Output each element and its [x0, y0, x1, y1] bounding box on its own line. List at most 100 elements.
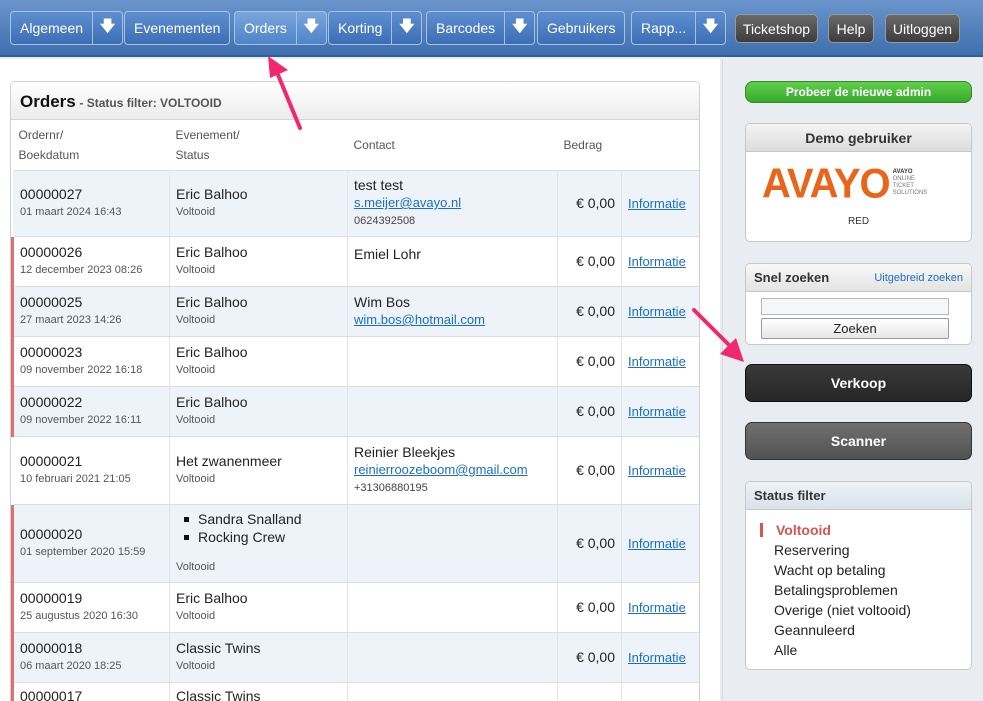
- contact-cell: [347, 504, 558, 583]
- nav-korting-dropdown-icon[interactable]: 🡇: [392, 11, 423, 45]
- table-row[interactable]: 00000023 09 november 2022 16:18 Eric Balh…: [11, 336, 699, 387]
- info-cell: Informatie: [621, 236, 699, 287]
- nav-barcodes-dropdown-icon[interactable]: 🡇: [505, 11, 536, 45]
- nav-gebruikers-button[interactable]: Gebruikers: [537, 11, 626, 45]
- order-date: 01 september 2020 15:59: [20, 546, 146, 558]
- nav-orders-button[interactable]: Orders: [234, 11, 297, 45]
- table-row[interactable]: 00000027 01 maart 2024 16:43 Eric Balhoo V…: [12, 170, 699, 237]
- event-cell: Eric Balhoo Voltooid: [169, 170, 348, 237]
- informatie-link[interactable]: Informatie: [628, 254, 686, 269]
- nav-evenementen-button[interactable]: Evenementen: [124, 11, 231, 45]
- order-number: 00000020: [20, 526, 83, 542]
- order-cell: 00000020 01 september 2020 15:59: [11, 504, 170, 583]
- event-cell: Eric Balhoo Voltooid: [169, 286, 348, 337]
- event-name: Eric Balhoo: [176, 394, 248, 410]
- column-header-bedrag[interactable]: Bedrag: [557, 120, 622, 171]
- order-cell: 00000022 09 november 2022 16:11: [11, 386, 170, 437]
- order-number: 00000023: [20, 344, 83, 360]
- contact-email-link[interactable]: wim.bos@hotmail.com: [354, 311, 551, 329]
- order-number: 00000018: [20, 640, 83, 656]
- nav-rapportage-button[interactable]: Rapp...: [631, 11, 697, 45]
- table-row[interactable]: 00000021 10 februari 2021 21:05 Het zwane…: [12, 436, 699, 505]
- order-number: 00000026: [20, 244, 83, 260]
- scanner-button[interactable]: Scanner: [745, 422, 972, 460]
- informatie-link[interactable]: Informatie: [628, 404, 686, 419]
- info-cell: Informatie: [621, 170, 699, 237]
- order-date: 06 maart 2020 18:25: [20, 660, 122, 672]
- order-date: 09 november 2022 16:11: [20, 414, 142, 426]
- contact-cell: [347, 632, 558, 683]
- avayo-logo: AVAYO AVAYO ONLINE TICKET SOLUTIONS: [762, 160, 928, 208]
- order-number: 00000017: [20, 687, 83, 701]
- status-filter-betalingsproblemen[interactable]: Betalingsproblemen: [746, 580, 971, 600]
- contact-email-link[interactable]: s.meijer@avayo.nl: [354, 194, 551, 212]
- amount-cell: € 0,00: [557, 504, 622, 583]
- order-status: Voltooid: [176, 660, 216, 672]
- order-number: 00000027: [20, 186, 83, 202]
- nav-korting-button[interactable]: Korting: [328, 11, 393, 45]
- order-number: 00000022: [20, 394, 83, 410]
- nav-algemeen-button[interactable]: Algemeen: [10, 11, 94, 45]
- contact-email-link[interactable]: reinierroozeboom@gmail.com: [354, 461, 551, 479]
- table-row[interactable]: 00000026 12 december 2023 08:26 Eric Balh…: [11, 236, 699, 287]
- event-cell: Eric Balhoo Voltooid: [169, 336, 348, 387]
- contact-name: Emiel Lohr: [354, 245, 421, 262]
- page-title: Orders: [20, 92, 76, 111]
- top-navigation-bar: Algemeen 🡇 Evenementen Orders 🡇 Korting …: [0, 0, 983, 57]
- contact-cell: test test s.meijer@avayo.nl 0624392508: [347, 170, 558, 237]
- table-row[interactable]: 00000017 Classic Twins: [11, 682, 699, 701]
- order-date: 09 november 2022 16:18: [20, 364, 143, 376]
- event-cell: Eric Balhoo Voltooid: [169, 386, 348, 437]
- informatie-link[interactable]: Informatie: [628, 536, 686, 551]
- quick-search-title: Snel zoeken: [754, 270, 830, 285]
- contact-name: Wim Bos: [354, 294, 410, 310]
- informatie-link[interactable]: Informatie: [628, 600, 686, 615]
- table-row[interactable]: 00000019 25 augustus 2020 16:30 Eric Balh…: [11, 582, 699, 633]
- nav-barcodes-button[interactable]: Barcodes: [426, 11, 506, 45]
- order-status: Voltooid: [176, 561, 216, 573]
- table-row[interactable]: 00000020 01 september 2020 15:59 Sandra S…: [11, 504, 699, 583]
- status-filter-voltooid[interactable]: Voltooid: [746, 520, 971, 540]
- informatie-link[interactable]: Informatie: [628, 463, 686, 478]
- ticketshop-button[interactable]: Ticketshop: [735, 14, 818, 43]
- table-row[interactable]: 00000025 27 maart 2023 14:26 Eric Balhoo V…: [11, 286, 699, 337]
- table-row[interactable]: 00000022 09 november 2022 16:11 Eric Balh…: [11, 386, 699, 437]
- order-cell: 00000027 01 maart 2024 16:43: [12, 170, 170, 237]
- status-filter-alle[interactable]: Alle: [746, 640, 971, 660]
- new-admin-button[interactable]: Probeer de nieuwe admin: [745, 81, 972, 103]
- search-button[interactable]: Zoeken: [761, 318, 949, 339]
- nav-orders-dropdown-icon[interactable]: 🡇: [296, 11, 327, 45]
- status-filter-wacht-op-betaling[interactable]: Wacht op betaling: [746, 560, 971, 580]
- event-cell: Classic Twins: [169, 682, 348, 701]
- event-cell: Het zwanenmeer Voltooid: [169, 436, 348, 505]
- status-filter-geannuleerd[interactable]: Geannuleerd: [746, 620, 971, 640]
- informatie-link[interactable]: Informatie: [628, 304, 686, 319]
- amount-cell: € 0,00: [557, 236, 622, 287]
- column-header-ordernr[interactable]: Ordernr/Boekdatum: [12, 120, 170, 171]
- help-button[interactable]: Help: [828, 14, 874, 43]
- status-filter-overige[interactable]: Overige (niet voltooid): [746, 600, 971, 620]
- advanced-search-link[interactable]: Uitgebreid zoeken: [874, 272, 963, 284]
- order-date: 25 augustus 2020 16:30: [20, 610, 139, 622]
- nav-group-evenementen: Evenementen: [124, 11, 231, 45]
- search-input[interactable]: [761, 298, 949, 315]
- column-header-evenement[interactable]: Evenement/Status: [169, 120, 348, 171]
- nav-algemeen-dropdown-icon[interactable]: 🡇: [93, 11, 124, 45]
- nav-group-korting: Korting 🡇: [328, 11, 423, 45]
- contact-cell: [347, 682, 558, 701]
- order-date: 27 maart 2023 14:26: [20, 314, 122, 326]
- order-cell: 00000023 09 november 2022 16:18: [11, 336, 170, 387]
- quick-search-header: Snel zoeken Uitgebreid zoeken: [746, 264, 971, 292]
- logout-button[interactable]: Uitloggen: [885, 14, 960, 43]
- informatie-link[interactable]: Informatie: [628, 196, 686, 211]
- verkoop-button[interactable]: Verkoop: [745, 364, 972, 402]
- table-row[interactable]: 00000018 06 maart 2020 18:25 Classic Twin…: [11, 632, 699, 683]
- nav-rapportage-dropdown-icon[interactable]: 🡇: [696, 11, 727, 45]
- nav-group-gebruikers: Gebruikers: [537, 11, 626, 45]
- informatie-link[interactable]: Informatie: [628, 650, 686, 665]
- event-name: Classic Twins: [176, 640, 261, 656]
- column-header-contact[interactable]: Contact: [347, 120, 558, 171]
- status-filter-reservering[interactable]: Reservering: [746, 540, 971, 560]
- informatie-link[interactable]: Informatie: [628, 354, 686, 369]
- info-cell: Informatie: [621, 632, 699, 683]
